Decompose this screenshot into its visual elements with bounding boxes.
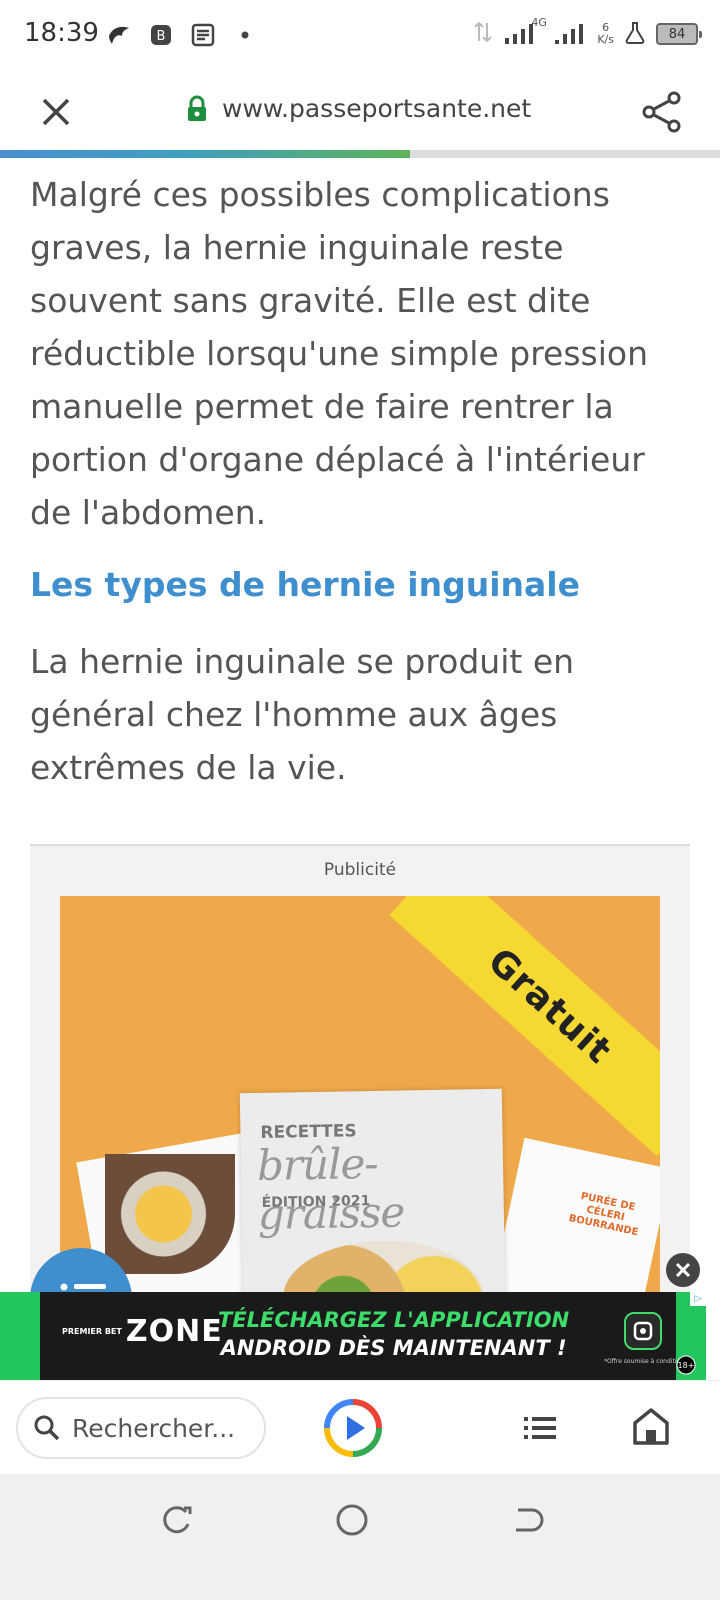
- lock-icon: [188, 95, 206, 121]
- adchoices-icon[interactable]: ▷: [690, 1292, 706, 1306]
- battery-level: 84: [668, 26, 686, 42]
- circle-home-icon: [336, 1504, 368, 1536]
- tabs-list-button[interactable]: [520, 1408, 560, 1448]
- status-bar: 18:39 B 4G 6 K/s 84: [0, 0, 720, 72]
- browser-bottom-bar: Rechercher...: [0, 1380, 720, 1474]
- article-paragraph-2: La hernie inguinale se produit en généra…: [30, 642, 575, 787]
- ribbon-text: Gratuit: [480, 940, 620, 1072]
- recent-apps-icon: [163, 1506, 192, 1534]
- flask-icon: [624, 20, 646, 48]
- signal-icon-2: [553, 18, 587, 50]
- play-button[interactable]: [323, 1398, 383, 1458]
- svg-text:B: B: [157, 29, 166, 44]
- app-icon: [624, 1312, 662, 1350]
- status-time: 18:39: [24, 18, 99, 48]
- page-load-progress: [0, 150, 720, 158]
- share-icon: [642, 91, 681, 133]
- home-icon: [633, 1408, 669, 1445]
- browser-toolbar: www.passeportsante.net: [0, 72, 720, 150]
- search-input[interactable]: Rechercher...: [16, 1397, 266, 1459]
- dot-icon: [232, 22, 258, 48]
- banner-headline: TÉLÉCHARGEZ L'APPLICATION ANDROID DÈS MA…: [218, 1306, 569, 1362]
- network-type: 4G: [531, 16, 547, 29]
- age-text: 18+: [678, 1361, 695, 1370]
- notification-icons: B: [106, 22, 258, 48]
- book-edition: ÉDITION 2021: [261, 1193, 371, 1211]
- speed-unit: K/s: [597, 33, 614, 46]
- data-arrows-icon: [473, 19, 493, 49]
- banner-accent-left: [0, 1292, 40, 1380]
- status-right: 4G 6 K/s 84: [473, 16, 702, 50]
- close-tab-button[interactable]: [36, 92, 76, 132]
- banner-line1: TÉLÉCHARGEZ L'APPLICATION: [218, 1308, 570, 1332]
- ad-close-button[interactable]: [666, 1253, 700, 1287]
- close-icon: [42, 98, 70, 126]
- recipe-card-title: PURÉE DE CÉLERI BOURRANDE: [567, 1190, 640, 1239]
- article-paragraph: Malgré ces possibles complications grave…: [30, 175, 649, 532]
- battery-icon: 84: [656, 23, 702, 45]
- ad-image[interactable]: Gratuit PURÉE DE CÉLERI BOURRANDE RECETT…: [60, 896, 660, 1336]
- network-speed: 6 K/s: [597, 22, 614, 46]
- article-content: Malgré ces possibles complications grave…: [30, 168, 690, 794]
- system-navigation-bar: [0, 1474, 720, 1600]
- search-icon: [34, 1415, 60, 1441]
- list-icon: [524, 1417, 556, 1439]
- banner-line2: ANDROID DÈS MAINTENANT !: [220, 1336, 567, 1360]
- url-text: www.passeportsante.net: [222, 94, 532, 123]
- close-icon: [675, 1262, 691, 1278]
- section-heading: Les types de hernie inguinale: [30, 565, 580, 604]
- brand-big: ZONE: [125, 1314, 223, 1349]
- address-bar[interactable]: www.passeportsante.net: [186, 94, 531, 123]
- search-placeholder: Rechercher...: [72, 1413, 236, 1443]
- golden-milk-cup-image: [105, 1154, 235, 1274]
- age-restriction-badge: 18+: [676, 1355, 696, 1379]
- app-download-banner[interactable]: PREMIER BET ZONE TÉLÉCHARGEZ L'APPLICATI…: [0, 1292, 706, 1380]
- hawk-app-icon: [106, 22, 132, 48]
- bitcoin-app-icon: B: [148, 22, 174, 48]
- book-title-line2: brûle-graisse: [256, 1138, 405, 1240]
- progress-fill: [0, 150, 411, 158]
- back-button[interactable]: [510, 1502, 546, 1538]
- ad-label: Publicité: [323, 860, 397, 880]
- brand-small: PREMIER BET: [62, 1327, 122, 1336]
- zone-logo: PREMIER BET ZONE: [62, 1314, 223, 1349]
- recent-apps-button[interactable]: [158, 1502, 194, 1538]
- home-button[interactable]: [630, 1405, 672, 1447]
- ad-container: Publicité Gratuit PURÉE DE CÉLERI BOURRA…: [30, 844, 690, 1336]
- back-icon: [516, 1508, 544, 1532]
- home-nav-button[interactable]: [334, 1502, 370, 1538]
- share-button[interactable]: [640, 90, 684, 134]
- fine-print: *Offre soumise à conditions: [604, 1358, 688, 1365]
- signal-icon: 4G: [503, 16, 547, 50]
- google-play-icon: [324, 1399, 382, 1457]
- news-app-icon: [190, 22, 216, 48]
